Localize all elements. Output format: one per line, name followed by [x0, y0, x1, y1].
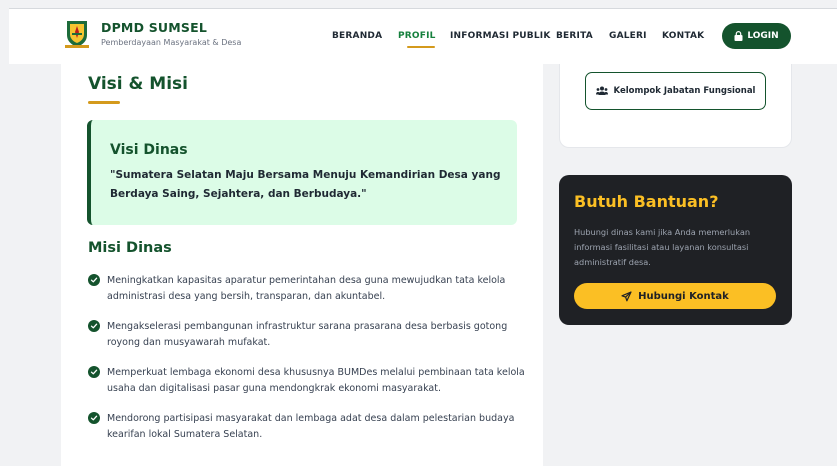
- misi-item: Mendorong partisipasi masyarakat dan lem…: [88, 411, 528, 443]
- misi-item-text: Mendorong partisipasi masyarakat dan lem…: [107, 413, 515, 440]
- hubungi-kontak-label: Hubungi Kontak: [638, 290, 729, 302]
- active-nav-underline: [407, 46, 435, 48]
- misi-list: Meningkatkan kapasitas aparatur pemerint…: [88, 273, 528, 457]
- brand-title[interactable]: DPMD SUMSEL: [101, 20, 207, 35]
- misi-item: Meningkatkan kapasitas aparatur pemerint…: [88, 273, 528, 305]
- misi-item-text: Mengakselerasi pembangunan infrastruktur…: [107, 321, 508, 348]
- users-icon: [595, 86, 608, 95]
- nav-berita[interactable]: BERITA: [556, 31, 593, 41]
- brand-subtitle: Pemberdayaan Masyarakat & Desa: [101, 38, 242, 47]
- help-text: Hubungi dinas kami jika Anda memerlukan …: [574, 227, 751, 267]
- misi-title: Misi Dinas: [88, 240, 172, 256]
- kelompok-label: Kelompok Jabatan Fungsional: [613, 86, 756, 96]
- login-label: LOGIN: [747, 31, 779, 41]
- navbar: DPMD SUMSEL Pemberdayaan Masyarakat & De…: [9, 9, 837, 64]
- misi-item: Mengakselerasi pembangunan infrastruktur…: [88, 319, 528, 351]
- nav-galeri[interactable]: GALERI: [609, 31, 647, 41]
- section-title: Visi & Misi: [88, 74, 188, 94]
- send-icon: [621, 290, 632, 301]
- misi-item: Memperkuat lembaga ekonomi desa khususny…: [88, 365, 528, 397]
- sidebar-links-card: Kelompok Jabatan Fungsional: [559, 64, 792, 148]
- misi-item-text: Memperkuat lembaga ekonomi desa khususny…: [107, 367, 525, 394]
- visi-misi-card: Visi & Misi Visi Dinas "Sumatera Selatan…: [61, 64, 543, 466]
- check-circle-icon: [88, 320, 100, 332]
- help-title: Butuh Bantuan?: [574, 192, 719, 211]
- nav-informasi-publik[interactable]: INFORMASI PUBLIK: [450, 31, 551, 41]
- nav-profil[interactable]: PROFIL: [398, 31, 436, 41]
- visi-title: Visi Dinas: [110, 142, 188, 158]
- hubungi-kontak-button[interactable]: Hubungi Kontak: [574, 283, 776, 309]
- kelompok-jabatan-fungsional-button[interactable]: Kelompok Jabatan Fungsional: [585, 72, 766, 110]
- nav-kontak[interactable]: KONTAK: [662, 31, 704, 41]
- check-circle-icon: [88, 366, 100, 378]
- help-card: Butuh Bantuan? Hubungi dinas kami jika A…: [559, 175, 792, 325]
- misi-item-text: Meningkatkan kapasitas aparatur pemerint…: [107, 275, 506, 302]
- sumsel-emblem-icon[interactable]: [61, 17, 93, 49]
- visi-text: "Sumatera Selatan Maju Bersama Menuju Ke…: [110, 169, 501, 200]
- check-circle-icon: [88, 412, 100, 424]
- section-title-underline: [88, 101, 120, 104]
- check-circle-icon: [88, 274, 100, 286]
- lock-icon: [734, 31, 743, 41]
- visi-box: Visi Dinas "Sumatera Selatan Maju Bersam…: [87, 120, 517, 225]
- nav-beranda[interactable]: BERANDA: [332, 31, 382, 41]
- login-button[interactable]: LOGIN: [722, 23, 791, 49]
